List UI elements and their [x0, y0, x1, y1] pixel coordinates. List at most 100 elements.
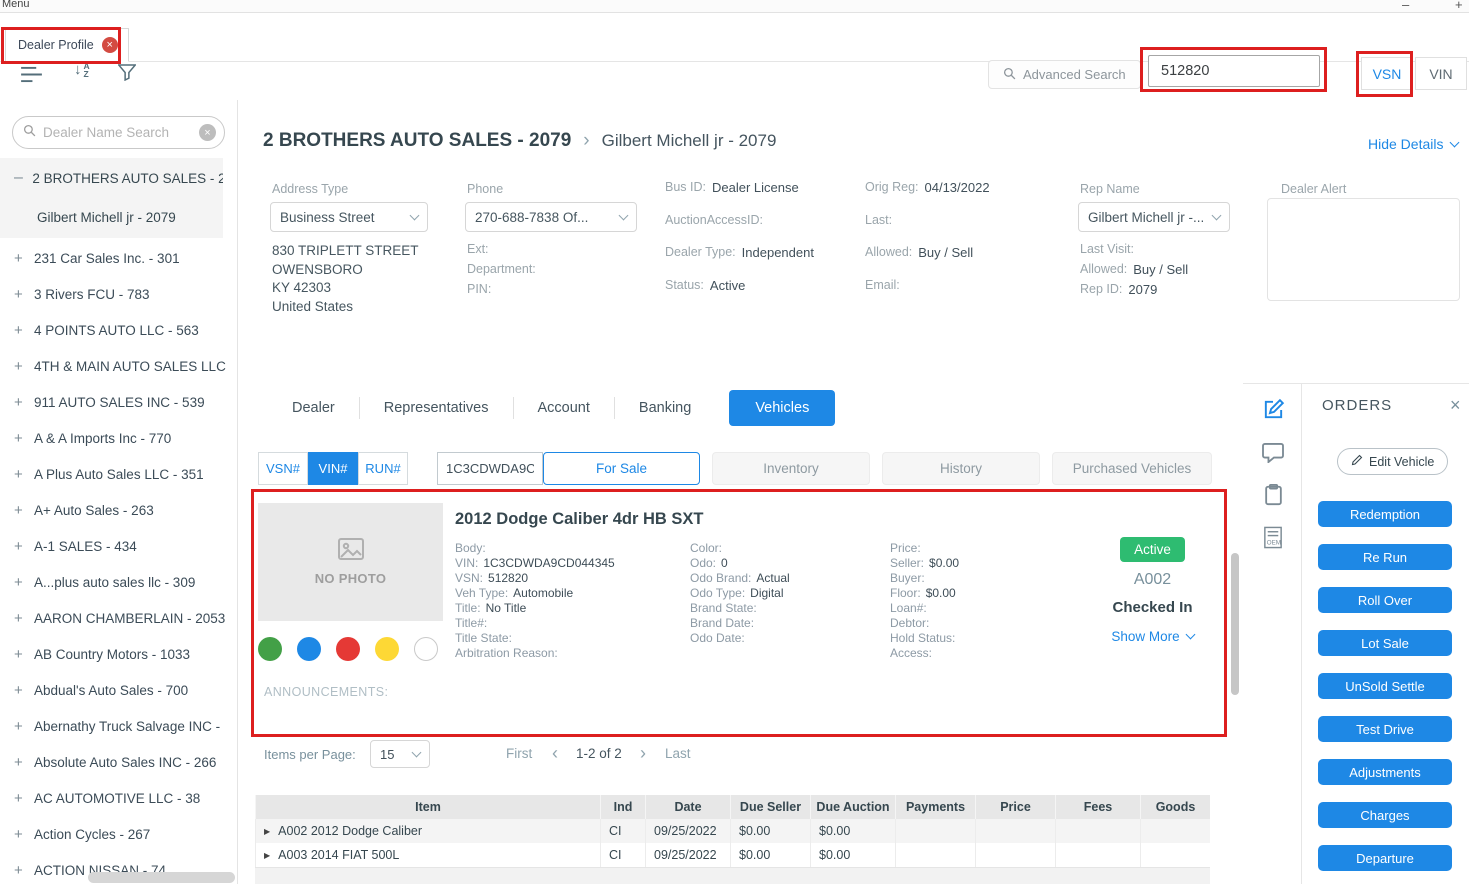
filter-purchased-vehicles[interactable]: Purchased Vehicles — [1052, 452, 1212, 485]
first-page-button[interactable]: First — [506, 746, 532, 761]
tab-close-icon[interactable] — [102, 37, 118, 53]
vin-toggle-button[interactable]: VIN — [1415, 57, 1467, 90]
prev-page-icon[interactable] — [552, 744, 558, 762]
expand-plus-icon[interactable] — [14, 394, 28, 411]
condition-dot-green[interactable] — [258, 637, 282, 661]
tab-vehicles[interactable]: Vehicles — [729, 390, 835, 426]
sidebar-dealer-item[interactable]: A & A Imports Inc - 770 — [0, 420, 237, 456]
dealer-alert-box[interactable] — [1267, 198, 1460, 301]
sidebar-scrollbar-thumb[interactable] — [88, 872, 235, 883]
edit-icon[interactable] — [1260, 396, 1286, 422]
table-column-header[interactable]: Date — [645, 795, 730, 819]
expand-plus-icon[interactable] — [14, 862, 28, 879]
address-type-dropdown[interactable]: Business Street — [270, 202, 428, 232]
close-icon[interactable] — [1450, 395, 1461, 416]
edit-vehicle-button[interactable]: Edit Vehicle — [1337, 448, 1448, 475]
order-action-button[interactable]: Re Run — [1318, 544, 1452, 570]
sidebar-dealer-item[interactable]: Abernathy Truck Salvage INC - — [0, 708, 237, 744]
sidebar-rep-item-selected[interactable]: Gilbert Michell jr - 2079 — [0, 198, 223, 236]
table-column-header[interactable]: Item — [255, 795, 600, 819]
vehicle-vin-input[interactable] — [437, 452, 543, 485]
comment-icon[interactable] — [1260, 440, 1286, 466]
order-action-button[interactable]: Test Drive — [1318, 716, 1452, 742]
last-page-button[interactable]: Last — [665, 746, 691, 761]
table-row[interactable]: A002 2012 Dodge Caliber CI 09/25/2022 $0… — [255, 819, 1210, 843]
items-per-page-dropdown[interactable]: 15 — [370, 740, 430, 768]
table-column-header[interactable]: Price — [975, 795, 1055, 819]
expand-plus-icon[interactable] — [14, 250, 28, 267]
breadcrumb-dealer[interactable]: 2 BROTHERS AUTO SALES - 2079 — [263, 130, 571, 152]
expand-plus-icon[interactable] — [14, 538, 28, 555]
next-page-icon[interactable] — [640, 744, 646, 762]
filter-for-sale[interactable]: For Sale — [543, 452, 700, 485]
tab-banking[interactable]: Banking — [614, 397, 715, 419]
sort-az-icon[interactable]: ↓ AZ — [74, 62, 90, 78]
collapse-minus-icon[interactable] — [14, 169, 26, 187]
sidebar-dealer-item[interactable]: 4TH & MAIN AUTO SALES LLC — [0, 348, 237, 384]
row-expand-icon[interactable] — [264, 827, 270, 836]
hide-details-link[interactable]: Hide Details — [1368, 136, 1458, 152]
table-column-header[interactable]: Fees — [1055, 795, 1140, 819]
advanced-search-button[interactable]: Advanced Search — [988, 60, 1141, 89]
sidebar-dealer-item-expanded[interactable]: 2 BROTHERS AUTO SALES - 2079 — [0, 158, 223, 198]
list-view-icon[interactable] — [20, 66, 43, 88]
sidebar-dealer-item[interactable]: Abdual's Auto Sales - 700 — [0, 672, 237, 708]
expand-plus-icon[interactable] — [14, 286, 28, 303]
sidebar-dealer-item[interactable]: AB Country Motors - 1033 — [0, 636, 237, 672]
expand-plus-icon[interactable] — [14, 322, 28, 339]
filter-history[interactable]: History — [882, 452, 1040, 485]
tab-representatives[interactable]: Representatives — [359, 397, 513, 419]
condition-dot-white[interactable] — [414, 637, 438, 661]
vsn-toggle-button[interactable]: VSN — [1361, 57, 1413, 90]
minimize-icon[interactable] — [1402, 0, 1409, 12]
sidebar-dealer-item[interactable]: Absolute Auto Sales INC - 266 — [0, 744, 237, 780]
vin-number-toggle[interactable]: VIN# — [308, 452, 358, 485]
expand-plus-icon[interactable] — [14, 790, 28, 807]
expand-plus-icon[interactable] — [14, 646, 28, 663]
row-expand-icon[interactable] — [264, 851, 270, 860]
condition-dot-red[interactable] — [336, 637, 360, 661]
order-action-button[interactable]: Departure — [1318, 845, 1452, 871]
rep-name-dropdown[interactable]: Gilbert Michell jr -... — [1078, 202, 1230, 232]
condition-dot-yellow[interactable] — [375, 637, 399, 661]
order-action-button[interactable]: Charges — [1318, 802, 1452, 828]
vsn-search-input[interactable] — [1148, 55, 1320, 87]
expand-plus-icon[interactable] — [14, 358, 28, 375]
expand-plus-icon[interactable] — [14, 574, 28, 591]
table-column-header[interactable]: Goods — [1140, 795, 1210, 819]
vsn-number-toggle[interactable]: VSN# — [258, 452, 308, 485]
zoom-in-icon[interactable] — [1455, 0, 1463, 12]
expand-plus-icon[interactable] — [14, 826, 28, 843]
order-action-button[interactable]: UnSold Settle — [1318, 673, 1452, 699]
sidebar-dealer-item[interactable]: 4 POINTS AUTO LLC - 563 — [0, 312, 237, 348]
tab-account[interactable]: Account — [513, 397, 614, 419]
table-column-header[interactable]: Due Seller — [730, 795, 810, 819]
filter-icon[interactable] — [118, 64, 136, 86]
expand-plus-icon[interactable] — [14, 682, 28, 699]
expand-plus-icon[interactable] — [14, 430, 28, 447]
table-column-header[interactable]: Due Auction — [810, 795, 895, 819]
order-action-button[interactable]: Redemption — [1318, 501, 1452, 527]
dealer-search-input[interactable] — [43, 125, 192, 140]
sidebar-dealer-item[interactable]: 3 Rivers FCU - 783 — [0, 276, 237, 312]
table-row[interactable]: A003 2014 FIAT 500L CI 09/25/2022 $0.00 … — [255, 843, 1210, 867]
sidebar-dealer-item[interactable]: A-1 SALES - 434 — [0, 528, 237, 564]
expand-plus-icon[interactable] — [14, 466, 28, 483]
breadcrumb-rep[interactable]: Gilbert Michell jr - 2079 — [602, 131, 777, 151]
sidebar-dealer-item[interactable]: AARON CHAMBERLAIN - 2053 — [0, 600, 237, 636]
tab-dealer-profile[interactable]: Dealer Profile — [5, 28, 129, 62]
sidebar-dealer-item[interactable]: A...plus auto sales llc - 309 — [0, 564, 237, 600]
clipboard-icon[interactable] — [1260, 482, 1286, 508]
dealer-search-field[interactable] — [12, 116, 225, 149]
sidebar-dealer-item[interactable]: A+ Auto Sales - 263 — [0, 492, 237, 528]
table-column-header[interactable]: Ind — [600, 795, 645, 819]
show-more-link[interactable]: Show More — [1111, 629, 1193, 644]
sidebar-dealer-item[interactable]: AC AUTOMOTIVE LLC - 38 — [0, 780, 237, 816]
filter-inventory[interactable]: Inventory — [712, 452, 870, 485]
run-number-toggle[interactable]: RUN# — [358, 452, 408, 485]
expand-plus-icon[interactable] — [14, 610, 28, 627]
expand-plus-icon[interactable] — [14, 502, 28, 519]
condition-dot-blue[interactable] — [297, 637, 321, 661]
order-action-button[interactable]: Roll Over — [1318, 587, 1452, 613]
tab-dealer[interactable]: Dealer — [268, 397, 359, 419]
